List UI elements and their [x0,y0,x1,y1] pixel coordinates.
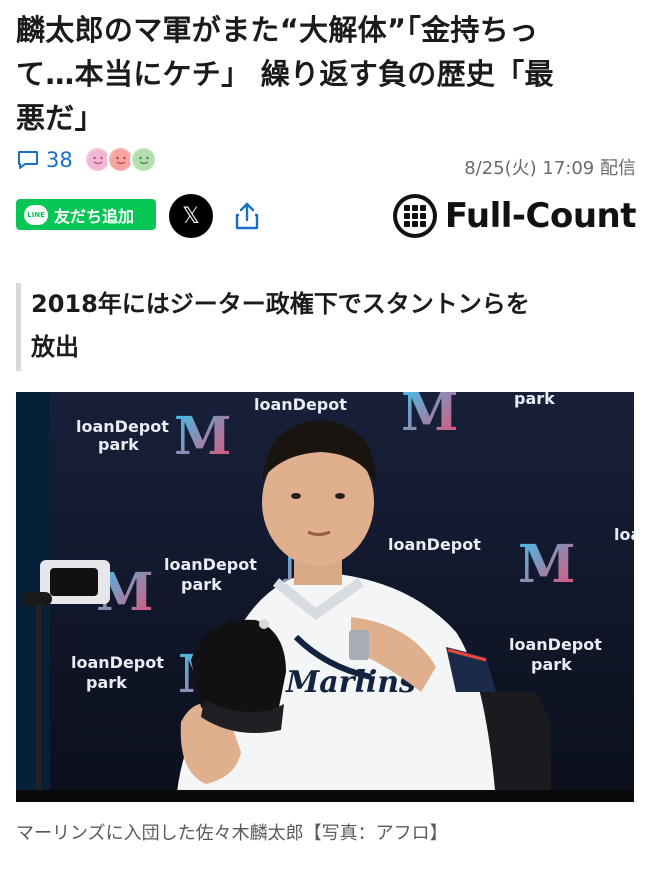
backdrop-sponsor-sub-4: park [86,673,127,692]
line-button-label: 友だち追加 [54,206,135,226]
marlins-logo-2: M [401,392,459,443]
article-photo[interactable]: loanDepot park loanDepot park loanDepot … [16,392,634,802]
comment-bubble-icon [18,151,38,169]
headline-line-2: て…本当にケチ」 繰り返す負の歴史「最 [16,57,554,91]
full-count-logo[interactable]: Full-Count [391,194,637,238]
backdrop-sponsor-2: loanDepot [254,395,347,414]
article-subheadline: 2018年にはジーター政権下でスタントンらを 放出 [16,283,636,371]
line-logo-icon: LINE [24,204,48,225]
subheadline-line-2: 放出 [31,333,79,361]
backdrop-sponsor-7: loanDepot [614,525,634,544]
backdrop-sponsor-sub-3: park [181,575,222,594]
reaction-faces[interactable] [84,146,157,173]
press-conference-photo: loanDepot park loanDepot park loanDepot … [16,392,634,802]
share-row: LINE 友だち追加 𝕏 Full-Count [16,194,637,238]
backdrop-sponsor-sub-1: park [98,435,139,454]
full-count-wordmark: Full-Count [444,196,637,236]
marlins-logo-1: M [174,406,232,467]
publish-date: 8/25(火) 17:09 配信 [464,158,636,179]
backdrop-sponsor-4: loanDepot [71,653,164,672]
backdrop-sponsor-1: loanDepot [76,417,169,436]
backdrop-sponsor-sub-2: park [514,392,555,408]
article-headline: 麟太郎のマ軍がまた“大解体”「金持ちっ て…本当にケチ」 繰り返す負の歴史「最 … [16,8,636,140]
backdrop-sponsor-3: loanDepot [164,555,257,574]
subheadline-line-1: 2018年にはジーター政権下でスタントンらを [31,290,530,318]
smile-face-green-icon [130,146,157,173]
share-upload-icon[interactable] [231,200,263,232]
backdrop-sponsor-5: loanDepot [388,535,481,554]
comment-link[interactable]: 38 [16,148,73,172]
marlins-logo-3: M [518,534,576,595]
photo-caption: マーリンズに入団した佐々木麟太郎【写真：アフロ】 [16,823,448,844]
full-count-mark-icon [392,194,437,238]
x-share-button[interactable]: 𝕏 [169,194,213,238]
x-logo-icon: 𝕏 [182,203,200,229]
line-add-friend-button[interactable]: LINE 友だち追加 [16,199,156,230]
backdrop-sponsor-6: loanDepot [509,635,602,654]
comment-count: 38 [46,148,73,172]
headline-line-1: 麟太郎のマ軍がまた“大解体”「金持ちっ [16,13,539,47]
backdrop-sponsor-sub-6: park [531,655,572,674]
headline-line-3: 悪だ」 [16,101,104,135]
article-meta: 38 8/25(火) 17:09 配信 [16,146,636,180]
